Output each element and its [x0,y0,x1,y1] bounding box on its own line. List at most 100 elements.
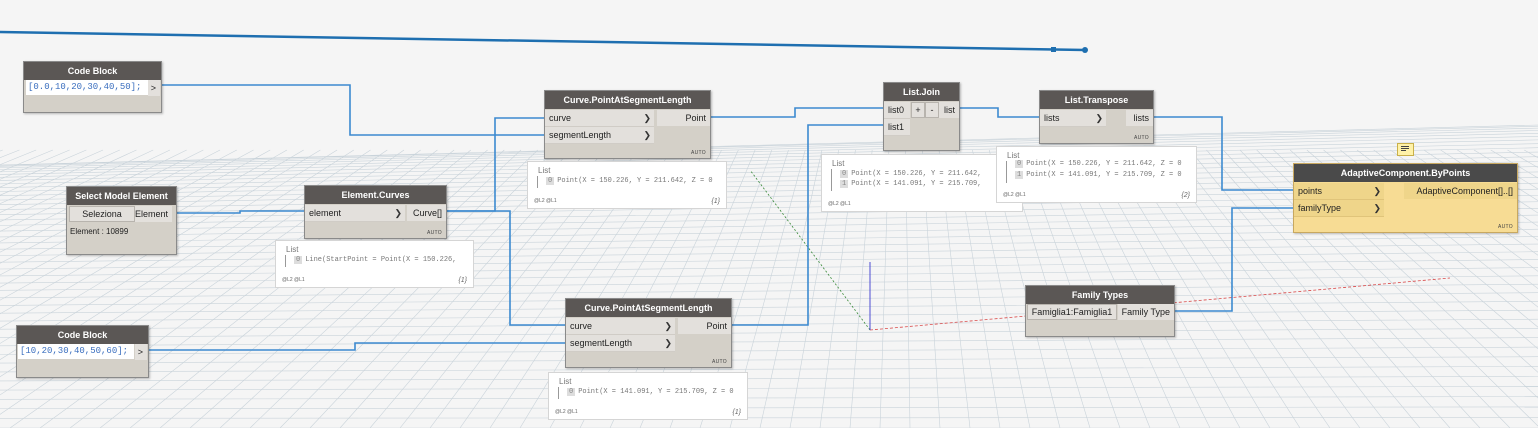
output-port[interactable]: > [148,80,160,96]
preview-title: List [1007,151,1020,160]
model-curve [0,30,1086,52]
port-label: lists [1044,113,1060,123]
code-block-node[interactable]: Code Block [0.0,10,20,30,40,50]; > [23,61,162,113]
list-levels: @L2 @L1 [534,198,557,204]
select-model-element-node[interactable]: Select Model Element Seleziona Element E… [66,186,177,255]
list-transpose-node[interactable]: List.Transpose lists ❯ lists AUTO [1039,90,1154,144]
list-levels: @L2 @L1 [555,409,578,415]
list-indent-line [1006,161,1007,183]
port-label: segmentLength [549,130,612,140]
lacing-label: AUTO [427,230,442,236]
port-label: segmentLength [570,338,633,348]
node-title: Family Types [1026,286,1174,304]
curve-point [1051,47,1056,52]
item-count: {1} [458,277,467,284]
point-at-segment-length-node[interactable]: Curve.PointAtSegmentLength curve ❯ segmen… [565,298,732,368]
lacing-label: AUTO [1134,135,1149,141]
remove-input-button[interactable]: - [925,102,939,118]
output-port[interactable]: Curve[] [407,205,446,221]
curve-point [1082,47,1088,53]
port-label: element [309,208,342,218]
family-types-node[interactable]: Family Types Famiglia1:Famiglia1 Family … [1025,285,1175,337]
family-type-dropdown[interactable]: Famiglia1:Famiglia1 [1027,304,1117,320]
node-title: AdaptiveComponent.ByPoints [1294,164,1517,182]
point-at-segment-length-node[interactable]: Curve.PointAtSegmentLength curve ❯ segmen… [544,90,711,159]
port-arrow-icon: ❯ [1095,113,1103,123]
list-indent-line [831,169,832,191]
add-input-button[interactable]: + [911,102,925,118]
port-arrow-icon: ❯ [664,338,672,348]
code-input[interactable]: [0.0,10,20,30,40,50]; [26,80,148,95]
output-port[interactable]: Point [678,318,731,334]
list-levels: @L2 @L1 [282,277,305,283]
input-port-points[interactable]: points ❯ [1294,183,1384,200]
preview-row: 1 Point(X = 141.091, Y = 215.709, Z = 0 [1015,171,1182,179]
preview-bubble: List 0 Line(StartPoint = Point(X = 150.22… [275,240,474,288]
input-port-list0[interactable]: list0 [884,102,910,119]
preview-row: 0 Point(X = 150.226, Y = 211.642, [840,170,982,178]
node-title: Element.Curves [305,186,446,204]
node-title: Select Model Element [67,187,176,205]
port-arrow-icon: ❯ [643,130,651,140]
port-label: curve [549,113,572,123]
preview-row: 0 Point(X = 150.226, Y = 211.642, Z = 0 [546,177,713,185]
input-port-curve[interactable]: curve ❯ [566,318,675,335]
output-port[interactable]: Element [135,206,172,222]
preview-row: 0 Point(X = 141.091, Y = 215.709, Z = 0 [567,388,734,396]
comment-icon[interactable] [1397,143,1414,156]
list-indent-line [558,387,559,399]
preview-bubble: List 0 Point(X = 150.226, Y = 211.642, Z … [996,146,1197,203]
item-count: {1} [711,198,720,205]
port-arrow-icon: ❯ [394,208,402,218]
item-count: {2} [1181,192,1190,199]
preview-bubble: List 0 Point(X = 150.226, Y = 211.642, Z … [527,161,727,209]
preview-row: 0 Line(StartPoint = Point(X = 150.226, [294,256,457,264]
preview-title: List [832,159,845,168]
input-port-segment-length[interactable]: segmentLength ❯ [545,127,654,144]
input-port-curve[interactable]: curve ❯ [545,110,654,127]
preview-bubble: List 0 Point(X = 141.091, Y = 215.709, Z … [548,372,748,420]
port-arrow-icon: ❯ [1373,186,1381,196]
input-port-element[interactable]: element ❯ [305,205,405,222]
lacing-label: AUTO [691,150,706,156]
port-arrow-icon: ❯ [643,113,651,123]
input-port-lists[interactable]: lists ❯ [1040,110,1106,127]
preview-title: List [538,166,551,175]
node-title: Code Block [17,326,148,344]
select-button[interactable]: Seleziona [69,206,135,222]
lacing-label: AUTO [1498,224,1513,230]
node-title: List.Transpose [1040,91,1153,109]
output-port[interactable]: Point [657,110,710,126]
lacing-label: AUTO [712,359,727,365]
node-title: Curve.PointAtSegmentLength [545,91,710,109]
port-label: curve [570,321,593,331]
code-block-node[interactable]: Code Block [10,20,30,40,50,60]; > [16,325,149,378]
item-count: {1} [732,409,741,416]
preview-title: List [286,245,299,254]
node-title: List.Join [884,83,959,101]
output-port[interactable]: Family Type [1118,304,1174,320]
port-label: familyType [1298,203,1342,213]
adaptive-component-node[interactable]: AdaptiveComponent.ByPoints points ❯ famil… [1293,163,1518,233]
list-indent-line [285,255,286,267]
preview-row: 0 Point(X = 150.226, Y = 211.642, Z = 0 [1015,160,1182,168]
list-join-node[interactable]: List.Join list0 list1 + - list [883,82,960,151]
element-curves-node[interactable]: Element.Curves element ❯ Curve[] AUTO [304,185,447,239]
preview-bubble: List 0 Point(X = 150.226, Y = 211.642, 1P… [821,154,1023,212]
input-port-family-type[interactable]: familyType ❯ [1294,200,1384,217]
preview-title: List [559,377,572,386]
input-port-segment-length[interactable]: segmentLength ❯ [566,335,675,352]
list-levels: @L2 @L1 [1003,192,1026,198]
node-title: Curve.PointAtSegmentLength [566,299,731,317]
preview-row: 1 Point(X = 141.091, Y = 215.709, [840,180,982,188]
list-levels: @L2 @L1 [828,201,851,207]
element-info: Element : 10899 [70,227,129,236]
port-arrow-icon: ❯ [664,321,672,331]
output-port[interactable]: AdaptiveComponent[]..[] [1404,183,1517,199]
output-port[interactable]: lists [1126,110,1153,126]
output-port[interactable]: > [135,344,147,360]
port-arrow-icon: ❯ [1373,203,1381,213]
output-port[interactable]: list [939,102,959,118]
code-input[interactable]: [10,20,30,40,50,60]; [18,344,134,359]
input-port-list1[interactable]: list1 [884,119,910,136]
